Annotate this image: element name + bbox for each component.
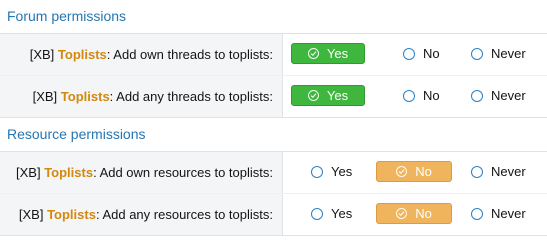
section-forum-permissions: Forum permissions [XB] Toplists: Add own… (0, 0, 547, 118)
option-label: No (423, 46, 440, 61)
check-circle-icon (307, 48, 319, 59)
option-no[interactable]: No (395, 85, 459, 106)
option-never[interactable]: Never (471, 161, 531, 182)
option-yes[interactable]: Yes (291, 203, 365, 224)
option-label: Yes (331, 206, 353, 221)
label-prefix: [XB] (29, 47, 55, 62)
option-label: Yes (331, 164, 353, 179)
option-label: No (415, 164, 432, 179)
addon-name: Toplists (47, 207, 96, 222)
check-circle-icon (396, 208, 408, 219)
permission-options: Yes No Never (283, 34, 547, 75)
check-circle-icon (307, 90, 319, 101)
radio-circle-icon (403, 47, 415, 60)
radio-circle-icon (471, 47, 483, 60)
label-suffix: : Add own threads to toplists: (106, 47, 273, 62)
option-yes[interactable]: Yes (291, 161, 365, 182)
section-title: Resource permissions (0, 118, 547, 152)
option-never[interactable]: Never (471, 43, 531, 64)
option-label: Yes (326, 46, 349, 61)
permission-options: Yes No Never (283, 76, 547, 117)
label-prefix: [XB] (18, 207, 44, 222)
radio-circle-icon (471, 165, 483, 178)
option-yes[interactable]: Yes (291, 85, 365, 106)
radio-circle-icon (311, 207, 323, 220)
addon-name: Toplists (44, 165, 94, 180)
option-label: No (423, 88, 440, 103)
label-prefix: [XB] (15, 165, 41, 180)
option-no[interactable]: No (395, 43, 459, 64)
label-suffix: : Add any resources to toplists: (95, 207, 273, 222)
radio-circle-icon (403, 89, 415, 102)
option-label: Never (491, 206, 526, 221)
permission-options: Yes No Never (283, 194, 547, 235)
permission-options: Yes No Never (283, 152, 547, 193)
label-prefix: [XB] (32, 89, 58, 104)
check-circle-icon (396, 166, 408, 177)
permission-row-own-resources: [XB] Toplists: Add own resources to topl… (0, 152, 547, 194)
permission-label: [XB] Toplists: Add own resources to topl… (0, 152, 283, 193)
permission-row-any-resources: [XB] Toplists: Add any resources to topl… (0, 194, 547, 236)
label-suffix: : Add any threads to toplists: (109, 89, 273, 104)
option-label: No (415, 206, 432, 221)
radio-circle-icon (311, 165, 323, 178)
option-never[interactable]: Never (471, 203, 531, 224)
label-suffix: : Add own resources to toplists: (93, 165, 273, 180)
option-label: Never (491, 164, 526, 179)
radio-circle-icon (471, 207, 483, 220)
addon-name: Toplists (60, 89, 110, 104)
option-label: Yes (326, 88, 349, 103)
section-resource-permissions: Resource permissions [XB] Toplists: Add … (0, 118, 547, 236)
permission-label: [XB] Toplists: Add any threads to toplis… (0, 76, 283, 117)
radio-circle-icon (471, 89, 483, 102)
permission-row-any-threads: [XB] Toplists: Add any threads to toplis… (0, 76, 547, 118)
option-no[interactable]: No (376, 161, 452, 182)
addon-name: Toplists (57, 47, 107, 62)
section-title: Forum permissions (0, 0, 547, 34)
option-label: Never (491, 46, 526, 61)
permission-label: [XB] Toplists: Add any resources to topl… (0, 194, 283, 235)
option-yes[interactable]: Yes (291, 43, 365, 64)
option-label: Never (491, 88, 526, 103)
permission-row-own-threads: [XB] Toplists: Add own threads to toplis… (0, 34, 547, 76)
permission-label: [XB] Toplists: Add own threads to toplis… (0, 34, 283, 75)
option-no[interactable]: No (376, 203, 452, 224)
option-never[interactable]: Never (471, 85, 531, 106)
